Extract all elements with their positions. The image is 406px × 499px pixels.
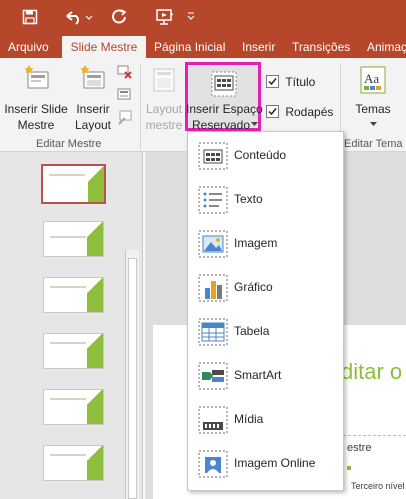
footer-checkbox[interactable]: Rodapés — [266, 104, 333, 120]
quick-access-toolbar — [0, 0, 406, 36]
present-from-start-icon[interactable] — [150, 5, 180, 29]
insert-slide-master-label-2: Mestre — [17, 118, 55, 132]
thumbnails-scroll-thumb[interactable] — [128, 258, 137, 499]
title-checkbox[interactable]: Título — [266, 74, 315, 90]
layout-thumbnail[interactable] — [43, 389, 104, 425]
tab-animations[interactable]: Animaç — [367, 36, 406, 58]
undo-icon[interactable] — [60, 5, 96, 29]
slide-master-icon — [24, 65, 49, 89]
themes-icon: Aa — [360, 66, 386, 94]
placeholder-icon — [211, 71, 237, 97]
menu-item-content[interactable]: Conteúdo — [188, 136, 343, 176]
layout-thumbnail[interactable] — [43, 333, 104, 369]
smartart-placeholder-icon — [198, 362, 228, 390]
checkbox-checked-icon — [266, 105, 279, 119]
menu-item-content-label: Conteúdo — [234, 148, 287, 162]
media-placeholder-icon — [198, 406, 228, 434]
insert-layout-button[interactable]: Inserir Layout — [72, 62, 114, 134]
svg-text:Aa: Aa — [364, 71, 379, 86]
layout-thumbnail[interactable] — [43, 221, 104, 257]
menu-item-chart[interactable]: Gráfico — [188, 268, 343, 308]
layout-master-button[interactable]: Layout mestre — [144, 62, 184, 134]
layout-master-icon — [153, 68, 175, 92]
tab-home[interactable]: Página Inicial — [154, 36, 225, 58]
layout-master-label-2: mestre — [145, 118, 183, 132]
rename-slide-icon[interactable] — [117, 87, 133, 103]
insert-placeholder-button[interactable]: Inserir Espaço Reservado — [185, 62, 263, 132]
checkbox-checked-icon — [266, 75, 279, 89]
footer-checkbox-label: Rodapés — [285, 104, 334, 119]
menu-item-smartart[interactable]: SmartArt — [188, 356, 343, 396]
slide-bullet-text[interactable]: estre — [347, 442, 371, 454]
menu-item-text[interactable]: Texto — [188, 180, 343, 220]
menu-item-picture-label: Imagem — [234, 236, 278, 250]
menu-item-chart-label: Gráfico — [234, 280, 273, 294]
save-icon[interactable] — [18, 5, 42, 29]
menu-item-media[interactable]: Mídia — [188, 400, 343, 440]
menu-item-online-picture-label: Imagem Online — [234, 456, 316, 470]
themes-label: Temas — [355, 102, 391, 116]
insert-layout-label-1: Inserir — [76, 102, 110, 116]
slide-title-text[interactable]: ditar o — [341, 359, 402, 385]
group-edit-theme-label: Editar Tema — [344, 138, 403, 150]
menu-item-table[interactable]: Tabela — [188, 312, 343, 352]
picture-placeholder-icon — [198, 230, 228, 258]
layout-icon — [80, 65, 105, 89]
content-placeholder-icon — [198, 142, 228, 170]
menu-item-picture[interactable]: Imagem — [188, 224, 343, 264]
chevron-down-icon — [370, 122, 377, 126]
insert-slide-master-label-1: Inserir Slide — [4, 102, 68, 116]
title-checkbox-label: Título — [285, 74, 316, 89]
menu-item-smartart-label: SmartArt — [234, 368, 282, 382]
menu-item-text-label: Texto — [234, 192, 263, 206]
tab-transitions[interactable]: Transições — [292, 36, 350, 58]
customize-qat-icon[interactable] — [184, 5, 198, 29]
layout-master-label-1: Layout — [145, 102, 183, 116]
menu-item-table-label: Tabela — [234, 324, 270, 338]
table-placeholder-icon — [198, 318, 228, 346]
insert-slide-master-button[interactable]: Inserir Slide Mestre — [4, 62, 68, 134]
menu-item-online-picture[interactable]: Imagem Online — [188, 444, 343, 484]
insert-placeholder-label-1: Inserir Espaço — [186, 102, 263, 116]
insert-layout-label-2: Layout — [74, 118, 112, 132]
preserve-slide-icon[interactable] — [117, 110, 133, 126]
tab-file[interactable]: Arquivo — [8, 36, 49, 58]
tab-insert[interactable]: Inserir — [242, 36, 275, 58]
text-placeholder-icon — [198, 186, 228, 214]
master-thumbnail[interactable] — [41, 164, 106, 204]
ribbon-tabs: Arquivo Slide Mestre Página Inicial Inse… — [0, 36, 406, 58]
slide-bullet-text-level3[interactable]: Terceiro nível — [351, 481, 405, 491]
redo-icon[interactable] — [108, 5, 132, 29]
menu-item-media-label: Mídia — [234, 412, 264, 426]
layout-thumbnail[interactable] — [43, 277, 104, 313]
delete-slide-icon[interactable] — [117, 64, 133, 80]
tab-slide-master[interactable]: Slide Mestre — [62, 36, 146, 58]
chevron-down-icon — [251, 122, 258, 126]
group-edit-master-label: Editar Mestre — [36, 138, 102, 150]
themes-button[interactable]: Aa Temas — [350, 62, 396, 134]
insert-placeholder-label-2: Reservado — [191, 118, 251, 132]
chart-placeholder-icon — [198, 274, 228, 302]
layout-thumbnail[interactable] — [43, 445, 104, 481]
insert-placeholder-menu: Conteúdo Texto Imagem Gráfico Tabela Sma… — [187, 131, 344, 491]
online-picture-placeholder-icon — [198, 450, 228, 478]
